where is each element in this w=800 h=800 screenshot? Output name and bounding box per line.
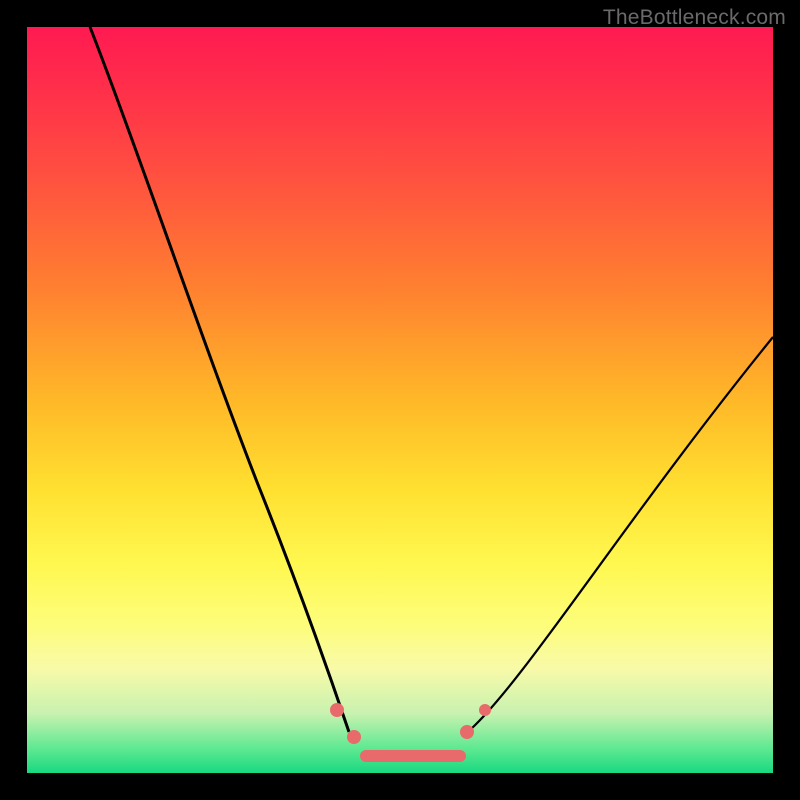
marker-right-dot-1 [460, 725, 474, 739]
series-left-curve [90, 27, 349, 732]
series-right-curve [471, 337, 773, 729]
marker-left-dot-2 [347, 730, 361, 744]
marker-left-dot-1 [330, 703, 344, 717]
chart-svg [27, 27, 773, 773]
chart-frame: TheBottleneck.com [0, 0, 800, 800]
plot-area [27, 27, 773, 773]
marker-right-dot-2 [479, 704, 491, 716]
